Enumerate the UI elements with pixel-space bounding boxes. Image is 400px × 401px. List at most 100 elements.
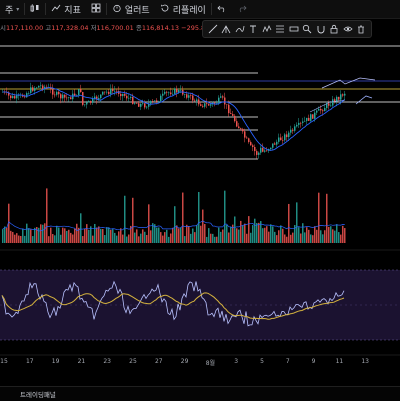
candle-body [216,102,218,104]
volume-bar [50,227,52,243]
candle-body [244,131,246,138]
candle-body [158,101,160,102]
candle-body [308,117,310,121]
volume-bar [304,232,306,243]
volume-bar [56,225,58,243]
candle-body [230,113,232,115]
chart-canvas[interactable] [0,0,400,400]
volume-bar [270,224,272,243]
volume-bar [288,203,290,243]
volume-bar [48,236,50,243]
drawing-toolbar [202,20,372,38]
volume-bar [102,229,104,243]
candle-body [170,92,172,95]
volume-bar [274,231,276,243]
volume-bar [128,234,130,243]
date-label: 21 [77,358,86,365]
candle-body [262,147,264,152]
candle-body [242,129,244,132]
candle-body [264,150,266,152]
volume-bar [86,224,88,243]
magnet-icon[interactable] [315,23,327,35]
candle-body [130,96,132,98]
volume-bar [58,227,60,243]
grid-icon [91,3,101,16]
volume-bar [20,236,22,243]
measure-icon[interactable] [288,23,300,35]
volume-bar [216,236,218,243]
candle-body [66,97,68,99]
candle-body [108,91,110,94]
trash-icon[interactable] [355,23,367,35]
volume-bar [246,233,248,243]
candle-body [126,95,128,99]
candle-body [220,96,222,98]
candle-body [332,99,334,106]
candle-body [304,120,306,122]
candle-body [300,122,302,124]
volume-bar [190,233,192,243]
volume-bar [212,233,214,243]
volume-bar [18,235,20,243]
candle-body [24,96,26,98]
horizontal-levels[interactable] [0,45,400,160]
volume-bar [144,231,146,243]
date-label: 5 [260,358,264,365]
date-label: 9 [311,358,316,365]
zoom-icon[interactable] [301,23,313,35]
candle-body [226,104,228,106]
candle-body [146,106,148,108]
volume-bar [338,232,340,243]
candle-body [16,95,18,99]
volume-bar [250,232,252,243]
interval-label: 주 [5,5,14,16]
volume-bar [198,191,200,243]
candle-body [144,103,146,108]
fib-icon[interactable] [274,23,286,35]
candle-body [284,134,286,141]
indicators-button[interactable]: 지표 [46,0,86,18]
interval-button[interactable]: 주 ▾ [0,0,24,18]
volume-bar [244,223,246,243]
candle-body [316,110,318,113]
candle-body [286,134,288,138]
trend-line-icon[interactable] [207,23,219,35]
candle-body [338,96,340,100]
candle-body [180,89,182,91]
candle-body [222,96,224,98]
volume-bar [88,229,90,243]
volume-bar [98,226,100,243]
candle-body [156,100,158,102]
volume-bar [12,231,14,243]
replay-button[interactable]: 리플레이 [155,0,211,18]
volume-bar [106,227,108,243]
pattern-icon[interactable] [261,23,273,35]
volume-bar [162,235,164,243]
layouts-button[interactable] [86,0,106,18]
undo-button[interactable] [212,0,232,18]
pitchfork-icon[interactable] [220,23,232,35]
volume-bar [150,230,152,243]
volume-bar [292,232,294,243]
candle-body [164,91,166,94]
volume-bars [2,188,346,243]
candle-body [132,96,134,104]
time-axis[interactable]: 15 17 19 21 23 25 27 29 8월 3 5 7 9 11 13 [0,358,400,370]
trading-panel-tab[interactable]: 트레이딩패널 [0,389,56,399]
brush-icon[interactable] [234,23,246,35]
alert-button[interactable]: 얼러트 [107,0,155,18]
close-value: 116,814.13 [141,24,180,32]
candle-body [232,114,234,116]
candle-body [292,129,294,131]
volume-bar [302,223,304,243]
eye-icon[interactable] [342,23,354,35]
candle-type-button[interactable] [25,0,45,18]
volume-bar [146,235,148,243]
lock-icon[interactable] [328,23,340,35]
text-icon[interactable] [247,23,259,35]
volume-bar [258,222,260,243]
volume-bar [46,188,48,243]
volume-bar [202,209,204,243]
redo-button[interactable] [232,0,252,18]
volume-bar [120,228,122,243]
